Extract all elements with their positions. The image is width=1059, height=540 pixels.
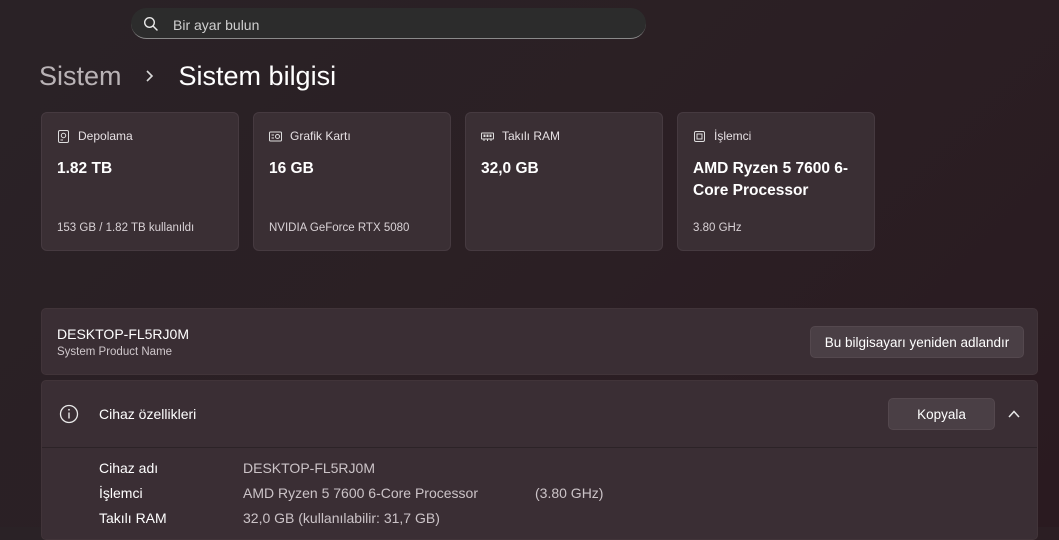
spec-row: Cihaz adı DESKTOP-FL5RJ0M <box>99 460 375 476</box>
card-label: Grafik Kartı <box>290 129 351 143</box>
specs-header[interactable]: Cihaz özellikleri Kopyala <box>42 381 1037 447</box>
spec-extra: (3.80 GHz) <box>535 485 604 501</box>
device-specs-panel: Cihaz özellikleri Kopyala Cihaz adı DESK… <box>41 380 1038 540</box>
device-name-panel: DESKTOP-FL5RJ0M System Product Name Bu b… <box>41 308 1038 375</box>
spec-key: Takılı RAM <box>99 510 167 526</box>
info-icon <box>59 404 79 424</box>
spec-key: Cihaz adı <box>99 460 159 476</box>
breadcrumb-parent[interactable]: Sistem <box>39 61 122 92</box>
card-subtext: 153 GB / 1.82 TB kullanıldı <box>57 222 195 234</box>
spec-row: İşlemci AMD Ryzen 5 7600 6-Core Processo… <box>99 485 603 501</box>
chevron-up-icon[interactable] <box>1007 408 1021 420</box>
device-name: DESKTOP-FL5RJ0M <box>57 326 189 342</box>
copy-button[interactable]: Kopyala <box>888 398 995 430</box>
rename-button[interactable]: Bu bilgisayarı yeniden adlandır <box>810 326 1024 358</box>
card-subtext: NVIDIA GeForce RTX 5080 <box>269 222 410 234</box>
card-subtext: 3.80 GHz <box>693 222 742 234</box>
processor-icon <box>694 130 705 142</box>
card-label: Depolama <box>78 129 133 143</box>
spec-value: DESKTOP-FL5RJ0M <box>243 460 375 476</box>
card-label: İşlemci <box>714 129 752 143</box>
storage-icon <box>58 129 69 143</box>
spec-value: AMD Ryzen 5 7600 6-Core Processor <box>243 485 478 501</box>
card-value: 1.82 TB <box>57 160 113 177</box>
card-label: Takılı RAM <box>502 129 561 143</box>
breadcrumb: Sistem Sistem bilgisi <box>39 58 336 94</box>
search-icon <box>143 16 158 31</box>
card-value: AMD Ryzen 5 7600 6-Core Processor <box>693 160 849 199</box>
search-input[interactable] <box>171 8 635 41</box>
card-gpu[interactable]: Grafik Kartı 16 GB NVIDIA GeForce RTX 50… <box>253 112 451 251</box>
card-ram[interactable]: Takılı RAM 32,0 GB <box>465 112 663 251</box>
card-value: 32,0 GB <box>481 160 539 177</box>
chevron-right-icon <box>136 62 164 90</box>
ram-icon <box>481 132 494 141</box>
specs-title: Cihaz özellikleri <box>99 406 197 422</box>
spec-value: 32,0 GB (kullanılabilir: 31,7 GB) <box>243 510 440 526</box>
page-title: Sistem bilgisi <box>178 60 337 91</box>
gpu-icon <box>269 131 282 141</box>
card-value: 16 GB <box>269 160 314 177</box>
spec-row: Takılı RAM 32,0 GB (kullanılabilir: 31,7… <box>99 510 440 526</box>
spec-key: İşlemci <box>99 485 143 501</box>
card-storage[interactable]: Depolama 1.82 TB 153 GB / 1.82 TB kullan… <box>41 112 239 251</box>
search-box[interactable] <box>131 8 646 41</box>
card-processor[interactable]: İşlemci AMD Ryzen 5 7600 6-Core Processo… <box>677 112 875 251</box>
product-name: System Product Name <box>57 346 173 358</box>
divider <box>42 447 1037 448</box>
